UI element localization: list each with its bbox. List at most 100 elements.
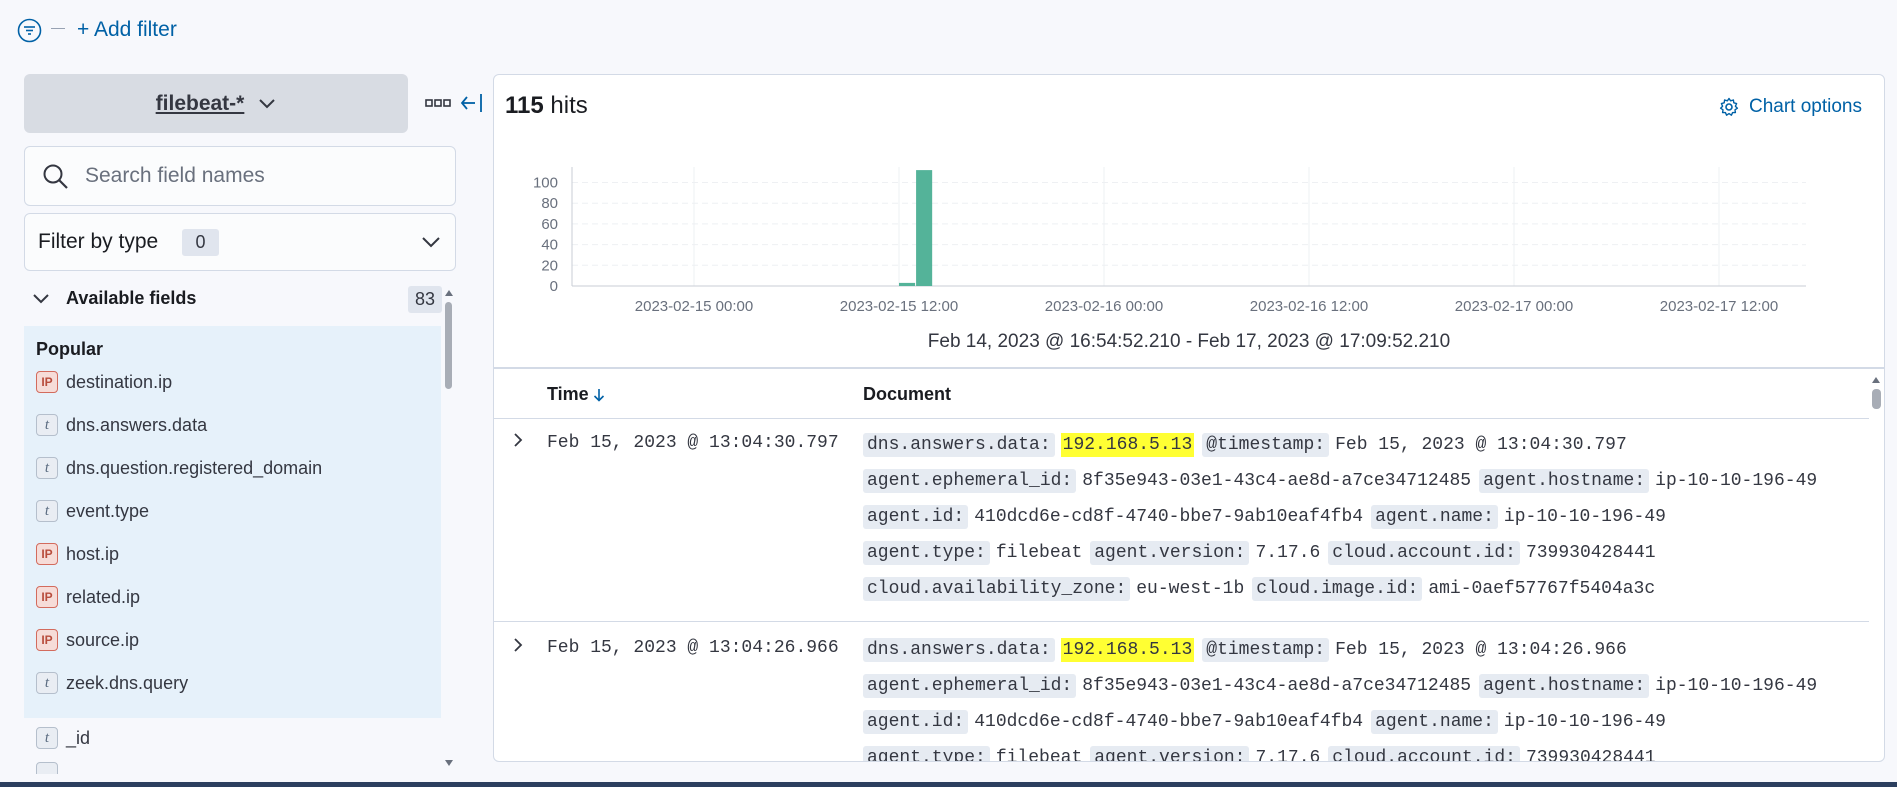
filter-by-type-label: Filter by type xyxy=(38,230,159,253)
field-name: dns.answers.data xyxy=(66,414,208,435)
index-pattern-selector[interactable]: filebeat-* xyxy=(24,74,408,133)
x-tick-label: 2023-02-15 12:00 xyxy=(840,298,958,315)
field-key: @timestamp: xyxy=(1202,433,1330,457)
row-divider xyxy=(494,621,1869,622)
field-value: 7.17.6 xyxy=(1255,543,1321,563)
field-key: agent.version: xyxy=(1090,541,1250,565)
collapse-sidebar-icon[interactable] xyxy=(460,92,484,114)
available-fields-header[interactable]: Available fields 83 xyxy=(24,284,442,316)
y-tick-label: 40 xyxy=(541,237,558,254)
time-column-header[interactable]: Time xyxy=(547,384,605,405)
document-line: agent.type: filebeat agent.version: 7.17.6 c… xyxy=(863,744,1664,762)
field-key: agent.ephemeral_id: xyxy=(863,469,1077,493)
field-value: 8f35e943-03e1-43c4-ae8d-a7ce34712485 xyxy=(1082,676,1472,696)
gear-icon xyxy=(1719,97,1739,116)
ip-type-icon: IP xyxy=(36,586,58,608)
field-value: Feb 15, 2023 @ 13:04:30.797 xyxy=(1335,435,1627,455)
field-value: ip-10-10-196-49 xyxy=(1655,676,1818,696)
filter-count-badge: 0 xyxy=(182,229,219,256)
add-filter-button[interactable]: + Add filter xyxy=(77,18,177,42)
popular-fields-section: Popular IP destination.ip t dns.answers.… xyxy=(24,326,441,718)
scroll-down-arrow-icon[interactable] xyxy=(445,760,453,766)
filter-divider xyxy=(51,28,65,29)
ip-type-icon: IP xyxy=(36,371,58,393)
field-name: host.ip xyxy=(66,543,120,564)
chevron-down-icon xyxy=(33,294,49,304)
x-tick-label: 2023-02-17 00:00 xyxy=(1455,298,1573,315)
expand-row-icon[interactable] xyxy=(511,637,525,653)
chart-options-button[interactable]: Chart options xyxy=(1719,93,1862,121)
field-value: 7.17.6 xyxy=(1255,748,1321,762)
scroll-up-arrow-icon[interactable] xyxy=(445,290,453,296)
hits-number: 115 xyxy=(505,92,544,119)
text-type-icon: t xyxy=(36,500,58,522)
histogram-bar xyxy=(899,282,916,286)
field-item[interactable]: t dns.question.registered_domain xyxy=(36,453,322,483)
filter-by-type-dropdown[interactable]: Filter by type 0 xyxy=(24,213,456,271)
y-tick-label: 0 xyxy=(550,278,558,295)
highlighted-field-value: 192.168.5.13 xyxy=(1060,433,1195,457)
bottom-bar xyxy=(0,782,1897,787)
available-fields-count: 83 xyxy=(408,286,442,313)
field-key: dns.answers.data: xyxy=(863,638,1055,662)
document-line: agent.id: 410dcd6e-cd8f-4740-bbe7-9ab10ea… xyxy=(863,503,1674,531)
field-key: agent.name: xyxy=(1371,505,1498,529)
field-key: dns.answers.data: xyxy=(863,433,1055,457)
table-row[interactable]: Feb 15, 2023 @ 13:04:30.797 dns.answers.d… xyxy=(494,420,1869,625)
scroll-up-arrow-icon[interactable] xyxy=(1872,377,1880,383)
ip-type-icon: IP xyxy=(36,543,58,565)
y-tick-label: 80 xyxy=(541,195,558,212)
field-item[interactable]: IP related.ip xyxy=(36,582,140,612)
table-scrollbar-thumb[interactable] xyxy=(1872,389,1881,409)
hits-count: 115 hits xyxy=(505,92,588,120)
results-panel: 115 hits Chart options 0 20 40 60 80 100 2023-… xyxy=(493,74,1885,762)
more-options-icon[interactable] xyxy=(425,98,451,110)
search-field-names-input[interactable] xyxy=(85,157,445,195)
chevron-down-icon xyxy=(259,98,276,108)
field-item-partial xyxy=(36,762,58,774)
highlighted-field-value: 192.168.5.13 xyxy=(1060,638,1195,662)
field-item[interactable]: t _id xyxy=(36,723,90,753)
field-name: zeek.dns.query xyxy=(66,672,189,693)
field-item[interactable]: t zeek.dns.query xyxy=(36,668,188,698)
y-tick-label: 20 xyxy=(541,257,558,274)
text-type-icon: t xyxy=(36,414,58,436)
sidebar-scrollbar-thumb[interactable] xyxy=(445,302,452,389)
table-header: Time Document xyxy=(494,369,1869,419)
field-item[interactable]: t dns.answers.data xyxy=(36,410,207,440)
filter-menu-icon[interactable] xyxy=(17,18,42,43)
x-tick-label: 2023-02-15 00:00 xyxy=(635,298,753,315)
x-tick-label: 2023-02-16 00:00 xyxy=(1045,298,1163,315)
document-line: dns.answers.data: 192.168.5.13 @timestamp:… xyxy=(863,636,1635,664)
document-line: agent.ephemeral_id: 8f35e943-03e1-43c4-ae… xyxy=(863,467,1825,495)
x-tick-label: 2023-02-16 12:00 xyxy=(1250,298,1368,315)
field-key: agent.name: xyxy=(1371,710,1498,734)
field-key: @timestamp: xyxy=(1202,638,1330,662)
field-item[interactable]: IP host.ip xyxy=(36,539,119,569)
field-key: agent.id: xyxy=(863,710,969,734)
field-item[interactable]: IP source.ip xyxy=(36,625,139,655)
field-key: cloud.account.id: xyxy=(1328,541,1520,565)
table-row[interactable]: Feb 15, 2023 @ 13:04:26.966 dns.answers.d… xyxy=(494,625,1869,762)
document-line: cloud.availability_zone: eu-west-1b cloud.… xyxy=(863,575,1663,603)
field-name: source.ip xyxy=(66,629,140,650)
field-item[interactable]: IP destination.ip xyxy=(36,367,172,397)
field-search-box xyxy=(24,146,456,206)
filter-bar: + Add filter xyxy=(0,0,1897,62)
chart-options-label: Chart options xyxy=(1748,96,1862,117)
field-value: 739930428441 xyxy=(1525,748,1656,762)
field-value: 410dcd6e-cd8f-4740-bbe7-9ab10eaf4fb4 xyxy=(974,712,1364,732)
field-value: 410dcd6e-cd8f-4740-bbe7-9ab10eaf4fb4 xyxy=(974,507,1364,527)
text-type-icon: t xyxy=(36,457,58,479)
document-line: agent.ephemeral_id: 8f35e943-03e1-43c4-ae… xyxy=(863,672,1825,700)
expand-row-icon[interactable] xyxy=(511,432,525,448)
field-value: 8f35e943-03e1-43c4-ae8d-a7ce34712485 xyxy=(1082,471,1472,491)
time-column-label: Time xyxy=(547,384,589,404)
field-key: cloud.availability_zone: xyxy=(863,577,1131,601)
text-type-icon: t xyxy=(36,672,58,694)
field-name: destination.ip xyxy=(66,371,173,392)
field-key: agent.id: xyxy=(863,505,969,529)
field-key: agent.type: xyxy=(863,541,990,565)
field-item[interactable]: t event.type xyxy=(36,496,149,526)
histogram-chart[interactable]: 0 20 40 60 80 100 2023-02-15 00:00 2023-02-15 1… xyxy=(494,145,1884,325)
